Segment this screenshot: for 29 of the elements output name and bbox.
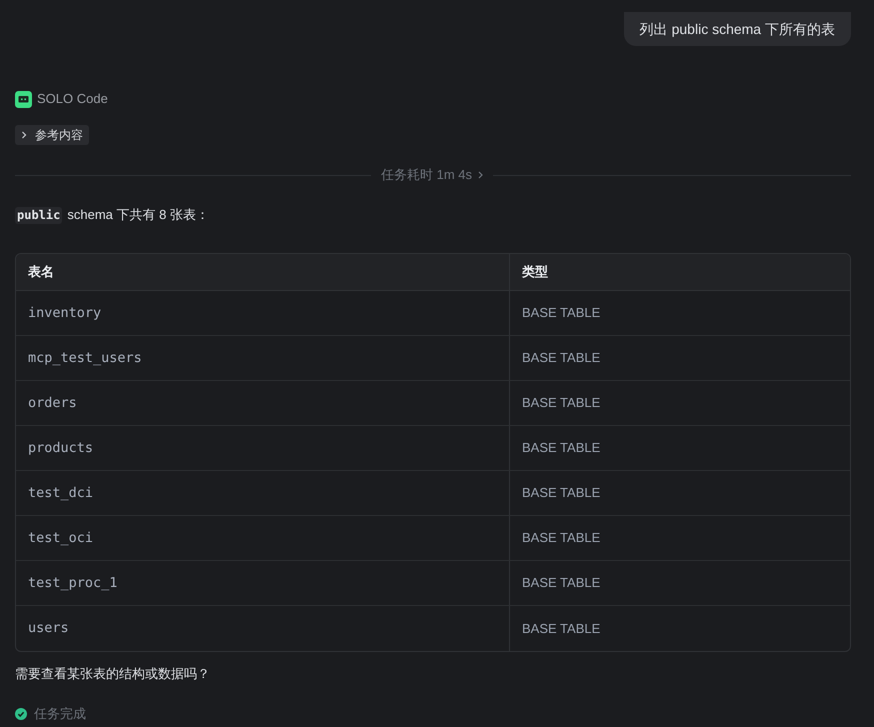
inline-code: public (15, 206, 62, 224)
assistant-logo-icon (15, 90, 32, 108)
table-cell: users (16, 606, 510, 651)
table-cell-text: BASE TABLE (521, 484, 602, 502)
assistant-name: SOLO Code (37, 90, 108, 108)
follow-up-question: 需要查看某张表的结构或数据吗？ (15, 665, 210, 684)
table-cell: orders (16, 381, 510, 425)
table-cell: test_proc_1 (16, 561, 510, 605)
table-cell-text: BASE TABLE (521, 304, 602, 322)
references-toggle[interactable]: 参考内容 (15, 125, 89, 145)
table-cell-text: BASE TABLE (521, 439, 602, 458)
column-header: 表名 (16, 254, 510, 290)
task-duration-button[interactable]: 任务耗时 1m 4s (370, 165, 493, 185)
table-cell-text: BASE TABLE (521, 529, 602, 548)
task-status: 任务完成 (34, 705, 86, 724)
table-cell: test_oci (16, 516, 510, 560)
chevron-icon (478, 171, 483, 179)
column-header: 类型 (520, 263, 549, 282)
table-cell: products (16, 426, 510, 470)
table-cell-text: BASE TABLE (521, 574, 602, 592)
table-cell: inventory (16, 291, 510, 335)
table-cell-text: BASE TABLE (521, 620, 602, 638)
summary-text: schema 下共有 8 张表： (67, 206, 209, 224)
table-cell: mcp_test_users (16, 336, 510, 380)
table-cell-text: BASE TABLE (521, 394, 602, 412)
user-message: 列出 public schema 下所有的表 (624, 12, 851, 46)
table-cell-text: BASE TABLE (521, 349, 602, 368)
table-cell: test_dci (16, 471, 510, 515)
check-circle-icon (15, 708, 27, 720)
